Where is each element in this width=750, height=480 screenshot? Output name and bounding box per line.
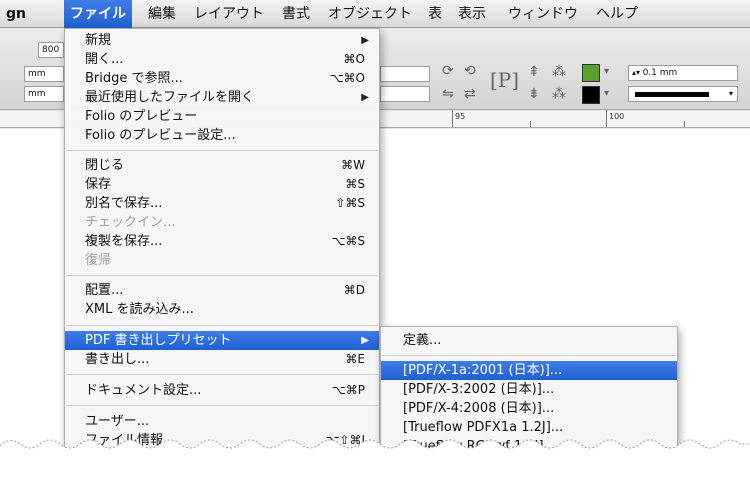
flip-icon[interactable]: ⇋	[442, 86, 454, 102]
submenu-item-pdfx3[interactable]: [PDF/X-3:2002 (日本)]...	[381, 380, 677, 399]
menu-file[interactable]: ファイル	[64, 0, 132, 28]
rotate-ccw-icon[interactable]: ⟲	[464, 63, 476, 79]
menu-item-open-recent[interactable]: 最近使用したファイルを開く ▶	[65, 88, 379, 107]
menu-object[interactable]: オブジェクト	[322, 0, 418, 28]
menu-item-open[interactable]: 開く... ⌘O	[65, 50, 379, 69]
menu-item-browse-bridge[interactable]: Bridge で参照... ⌥⌘O	[65, 69, 379, 88]
menu-help[interactable]: ヘルプ	[590, 0, 644, 28]
menu-item-folio-preview-settings[interactable]: Folio のプレビュー設定...	[65, 126, 379, 145]
fill-swatch-icon[interactable]	[582, 64, 600, 82]
menu-item-export[interactable]: 書き出し... ⌘E	[65, 350, 379, 369]
submenu-arrow-icon: ▶	[361, 92, 369, 103]
menu-item-save-copy[interactable]: 複製を保存... ⌥⌘S	[65, 232, 379, 251]
ruler-tick	[684, 121, 685, 127]
text-frame-icon[interactable]: [P]	[490, 68, 519, 92]
shortcut: ⌘S	[345, 177, 365, 191]
y-position-field[interactable]: mm	[24, 86, 64, 102]
menu-separator	[66, 150, 378, 151]
menu-item-folio-preview[interactable]: Folio のプレビュー	[65, 107, 379, 126]
submenu-item-pdfx4[interactable]: [PDF/X-4:2008 (日本)]...	[381, 399, 677, 418]
menu-item-document-setup[interactable]: ドキュメント設定... ⌥⌘P	[65, 381, 379, 400]
chevron-down-icon: ▾	[728, 89, 733, 98]
submenu-arrow-icon: ▶	[361, 35, 369, 46]
align-bottom-icon[interactable]: ⇟	[528, 86, 540, 102]
menu-item-new[interactable]: 新規 ▶	[65, 31, 379, 50]
width-field[interactable]	[380, 66, 430, 82]
shortcut: ⌥⌘S	[331, 234, 365, 248]
menu-item-revert: 復帰	[85, 253, 112, 268]
torn-edge-decoration	[0, 439, 750, 480]
stroke-weight-value: 0.1 mm	[642, 68, 678, 78]
submenu-item-pdfx1a[interactable]: [PDF/X-1a:2001 (日本)]...	[381, 361, 677, 380]
menu-table[interactable]: 表	[422, 0, 448, 28]
stroke-dropdown-icon[interactable]: ▾	[604, 88, 609, 99]
menu-separator	[66, 405, 378, 406]
rotate-cw-icon[interactable]: ⟳	[442, 63, 454, 79]
shortcut: ⌘W	[341, 158, 365, 172]
shortcut: ⌥⌘O	[329, 71, 365, 85]
stroke-weight-field[interactable]: ▴▾ 0.1 mm	[628, 65, 738, 81]
menu-separator	[66, 374, 378, 375]
stroke-style-field[interactable]: ▾	[628, 86, 738, 102]
stepper-icon[interactable]: ▴▾	[632, 68, 643, 77]
menu-item-save-as[interactable]: 別名で保存... ⇧⌘S	[65, 194, 379, 213]
menu-item-pdf-export-presets[interactable]: PDF 書き出しプリセット ▶	[65, 331, 379, 350]
menu-edit[interactable]: 編集	[142, 0, 182, 28]
menu-separator	[66, 325, 378, 326]
menu-item-place[interactable]: 配置... ⌘D	[65, 281, 379, 300]
x-position-field[interactable]: mm	[24, 66, 64, 82]
submenu-arrow-icon: ▶	[361, 335, 369, 346]
ruler-tick	[452, 110, 453, 127]
menu-separator	[382, 355, 676, 356]
shortcut: ⌘D	[343, 283, 365, 297]
distribute-icon[interactable]: ⁂	[552, 64, 566, 80]
ruler-label-95: 95	[455, 112, 466, 121]
menu-window[interactable]: ウィンドウ	[502, 0, 584, 28]
shortcut: ⌘E	[345, 352, 365, 366]
shortcut: ⇧⌘S	[335, 196, 365, 210]
ruler-tick	[530, 121, 531, 127]
menu-type[interactable]: 書式	[276, 0, 316, 28]
menu-item-close[interactable]: 閉じる ⌘W	[65, 156, 379, 175]
fill-dropdown-icon[interactable]: ▾	[604, 66, 609, 77]
menu-separator	[66, 275, 378, 276]
stroke-swatch-icon[interactable]	[582, 86, 600, 104]
menu-layout[interactable]: レイアウト	[188, 0, 270, 28]
align-icon[interactable]: ⇞	[528, 64, 540, 80]
shear-icon[interactable]: ⇄	[464, 86, 476, 102]
menu-item-save[interactable]: 保存 ⌘S	[65, 175, 379, 194]
menu-item-check-in: チェックイン...	[85, 215, 176, 230]
ruler-label-100: 100	[609, 112, 625, 121]
stroke-style-icon	[635, 92, 709, 97]
submenu-item-define[interactable]: 定義...	[381, 331, 677, 350]
menu-app-name[interactable]: gn	[0, 0, 32, 28]
menu-bar: gn ファイル 編集 レイアウト 書式 オブジェクト 表 表示 ウィンドウ ヘル…	[0, 0, 750, 28]
file-menu: 新規 ▶ 開く... ⌘O Bridge で参照... ⌥⌘O 最近使用したファ…	[64, 28, 380, 452]
distribute-bottom-icon[interactable]: ⁂	[552, 86, 566, 102]
height-field[interactable]	[380, 86, 430, 102]
menu-item-import-xml[interactable]: XML を読み込み...	[65, 300, 379, 319]
ruler-tick	[606, 110, 607, 127]
shortcut: ⌘O	[343, 52, 365, 66]
shortcut: ⌥⌘P	[331, 383, 365, 397]
menu-view[interactable]: 表示	[452, 0, 492, 28]
zoom-field[interactable]: 800	[38, 42, 64, 58]
